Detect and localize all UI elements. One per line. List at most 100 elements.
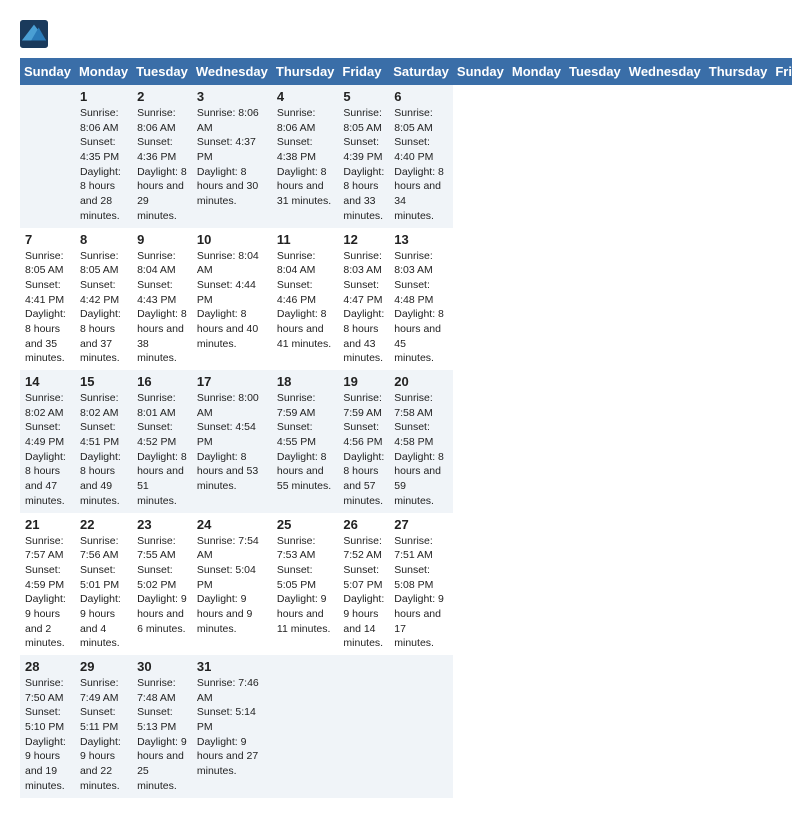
day-number: 31 (197, 659, 267, 674)
day-cell: 2Sunrise: 8:06 AMSunset: 4:36 PMDaylight… (132, 85, 192, 228)
week-row-1: 1 Sunrise: 8:06 AMSunset: 4:35 PMDaylight… (20, 85, 792, 228)
header-friday: Friday (338, 58, 389, 85)
day-detail: Sunrise: 8:02 AMSunset: 4:49 PMDaylight:… (25, 391, 70, 509)
day-detail: Sunrise: 7:56 AMSunset: 5:01 PMDaylight:… (80, 534, 127, 652)
day-cell: 4 Sunrise: 8:06 AMSunset: 4:38 PMDaylight… (272, 85, 339, 228)
col-header-thursday: Thursday (705, 58, 772, 85)
week-row-5: 28 Sunrise: 7:50 AMSunset: 5:10 PMDayligh… (20, 655, 792, 798)
day-cell: 14 Sunrise: 8:02 AMSunset: 4:49 PMDayligh… (20, 370, 75, 513)
day-detail: Sunrise: 7:49 AMSunset: 5:11 PMDaylight:… (80, 676, 127, 794)
day-detail: Sunrise: 8:00 AMSunset: 4:54 PMDaylight:… (197, 391, 267, 494)
day-cell: 29 Sunrise: 7:49 AMSunset: 5:11 PMDayligh… (75, 655, 132, 798)
calendar-table: SundayMondayTuesdayWednesdayThursdayFrid… (20, 58, 792, 798)
day-number: 1 (80, 89, 127, 104)
day-cell: 3Sunrise: 8:06 AMSunset: 4:37 PMDaylight… (192, 85, 272, 228)
day-detail: Sunrise: 8:05 AMSunset: 4:40 PMDaylight:… (394, 106, 448, 224)
day-cell: 30Sunrise: 7:48 AMSunset: 5:13 PMDayligh… (132, 655, 192, 798)
day-number: 8 (80, 232, 127, 247)
day-cell: 17 Sunrise: 8:00 AMSunset: 4:54 PMDayligh… (192, 370, 272, 513)
day-detail: Sunrise: 8:05 AMSunset: 4:41 PMDaylight:… (25, 249, 70, 367)
day-number: 27 (394, 517, 448, 532)
day-number: 4 (277, 89, 334, 104)
day-detail: Sunrise: 7:59 AMSunset: 4:55 PMDaylight:… (277, 391, 334, 494)
day-number: 22 (80, 517, 127, 532)
col-header-monday: Monday (508, 58, 565, 85)
col-header-tuesday: Tuesday (565, 58, 625, 85)
day-detail: Sunrise: 8:06 AMSunset: 4:38 PMDaylight:… (277, 106, 334, 209)
header-thursday: Thursday (272, 58, 339, 85)
day-cell: 11 Sunrise: 8:04 AMSunset: 4:46 PMDayligh… (272, 228, 339, 371)
day-number: 15 (80, 374, 127, 389)
day-cell: 20Sunrise: 7:58 AMSunset: 4:58 PMDayligh… (389, 370, 453, 513)
day-cell (272, 655, 339, 798)
page-header (20, 20, 772, 48)
day-number: 6 (394, 89, 448, 104)
day-cell: 28 Sunrise: 7:50 AMSunset: 5:10 PMDayligh… (20, 655, 75, 798)
day-cell: 8 Sunrise: 8:05 AMSunset: 4:42 PMDaylight… (75, 228, 132, 371)
week-row-4: 21 Sunrise: 7:57 AMSunset: 4:59 PMDayligh… (20, 513, 792, 656)
day-number: 11 (277, 232, 334, 247)
day-number: 17 (197, 374, 267, 389)
day-number: 28 (25, 659, 70, 674)
day-detail: Sunrise: 8:02 AMSunset: 4:51 PMDaylight:… (80, 391, 127, 509)
day-detail: Sunrise: 8:06 AMSunset: 4:35 PMDaylight:… (80, 106, 127, 224)
day-detail: Sunrise: 7:55 AMSunset: 5:02 PMDaylight:… (137, 534, 187, 637)
day-cell (338, 655, 389, 798)
day-number: 23 (137, 517, 187, 532)
day-number: 3 (197, 89, 267, 104)
day-number: 14 (25, 374, 70, 389)
day-detail: Sunrise: 8:05 AMSunset: 4:42 PMDaylight:… (80, 249, 127, 367)
day-cell: 16Sunrise: 8:01 AMSunset: 4:52 PMDayligh… (132, 370, 192, 513)
day-number: 7 (25, 232, 70, 247)
day-cell: 9 Sunrise: 8:04 AMSunset: 4:43 PMDaylight… (132, 228, 192, 371)
day-cell: 26 Sunrise: 7:52 AMSunset: 5:07 PMDayligh… (338, 513, 389, 656)
day-detail: Sunrise: 8:04 AMSunset: 4:46 PMDaylight:… (277, 249, 334, 352)
day-detail: Sunrise: 8:03 AMSunset: 4:47 PMDaylight:… (343, 249, 384, 367)
day-cell: 19Sunrise: 7:59 AMSunset: 4:56 PMDayligh… (338, 370, 389, 513)
day-cell: 6 Sunrise: 8:05 AMSunset: 4:40 PMDaylight… (389, 85, 453, 228)
day-detail: Sunrise: 7:50 AMSunset: 5:10 PMDaylight:… (25, 676, 70, 794)
day-detail: Sunrise: 7:52 AMSunset: 5:07 PMDaylight:… (343, 534, 384, 652)
day-cell: 10Sunrise: 8:04 AMSunset: 4:44 PMDayligh… (192, 228, 272, 371)
day-number: 12 (343, 232, 384, 247)
day-number: 26 (343, 517, 384, 532)
day-detail: Sunrise: 7:54 AMSunset: 5:04 PMDaylight:… (197, 534, 267, 637)
header-sunday: Sunday (20, 58, 75, 85)
day-number: 20 (394, 374, 448, 389)
day-cell (389, 655, 453, 798)
day-number: 19 (343, 374, 384, 389)
day-cell: 23 Sunrise: 7:55 AMSunset: 5:02 PMDayligh… (132, 513, 192, 656)
col-header-sunday: Sunday (453, 58, 508, 85)
day-number: 29 (80, 659, 127, 674)
day-detail: Sunrise: 8:06 AMSunset: 4:36 PMDaylight:… (137, 106, 187, 224)
day-cell: 31Sunrise: 7:46 AMSunset: 5:14 PMDayligh… (192, 655, 272, 798)
day-detail: Sunrise: 7:57 AMSunset: 4:59 PMDaylight:… (25, 534, 70, 652)
week-row-2: 7 Sunrise: 8:05 AMSunset: 4:41 PMDaylight… (20, 228, 792, 371)
day-cell: 5 Sunrise: 8:05 AMSunset: 4:39 PMDaylight… (338, 85, 389, 228)
day-cell: 18 Sunrise: 7:59 AMSunset: 4:55 PMDayligh… (272, 370, 339, 513)
day-number: 5 (343, 89, 384, 104)
day-number: 24 (197, 517, 267, 532)
header-saturday: Saturday (389, 58, 453, 85)
col-header-wednesday: Wednesday (625, 58, 705, 85)
day-detail: Sunrise: 8:04 AMSunset: 4:43 PMDaylight:… (137, 249, 187, 367)
header-tuesday: Tuesday (132, 58, 192, 85)
day-detail: Sunrise: 7:48 AMSunset: 5:13 PMDaylight:… (137, 676, 187, 794)
day-number: 21 (25, 517, 70, 532)
day-number: 9 (137, 232, 187, 247)
day-cell: 27Sunrise: 7:51 AMSunset: 5:08 PMDayligh… (389, 513, 453, 656)
day-cell: 1 Sunrise: 8:06 AMSunset: 4:35 PMDaylight… (75, 85, 132, 228)
logo-icon (20, 20, 48, 48)
day-cell: 12 Sunrise: 8:03 AMSunset: 4:47 PMDayligh… (338, 228, 389, 371)
day-number: 18 (277, 374, 334, 389)
day-number: 13 (394, 232, 448, 247)
day-cell (20, 85, 75, 228)
day-detail: Sunrise: 7:53 AMSunset: 5:05 PMDaylight:… (277, 534, 334, 637)
day-cell: 13 Sunrise: 8:03 AMSunset: 4:48 PMDayligh… (389, 228, 453, 371)
day-cell: 25Sunrise: 7:53 AMSunset: 5:05 PMDayligh… (272, 513, 339, 656)
day-detail: Sunrise: 8:03 AMSunset: 4:48 PMDaylight:… (394, 249, 448, 367)
day-detail: Sunrise: 8:05 AMSunset: 4:39 PMDaylight:… (343, 106, 384, 224)
day-cell: 7 Sunrise: 8:05 AMSunset: 4:41 PMDaylight… (20, 228, 75, 371)
day-detail: Sunrise: 8:01 AMSunset: 4:52 PMDaylight:… (137, 391, 187, 509)
day-cell: 24 Sunrise: 7:54 AMSunset: 5:04 PMDayligh… (192, 513, 272, 656)
